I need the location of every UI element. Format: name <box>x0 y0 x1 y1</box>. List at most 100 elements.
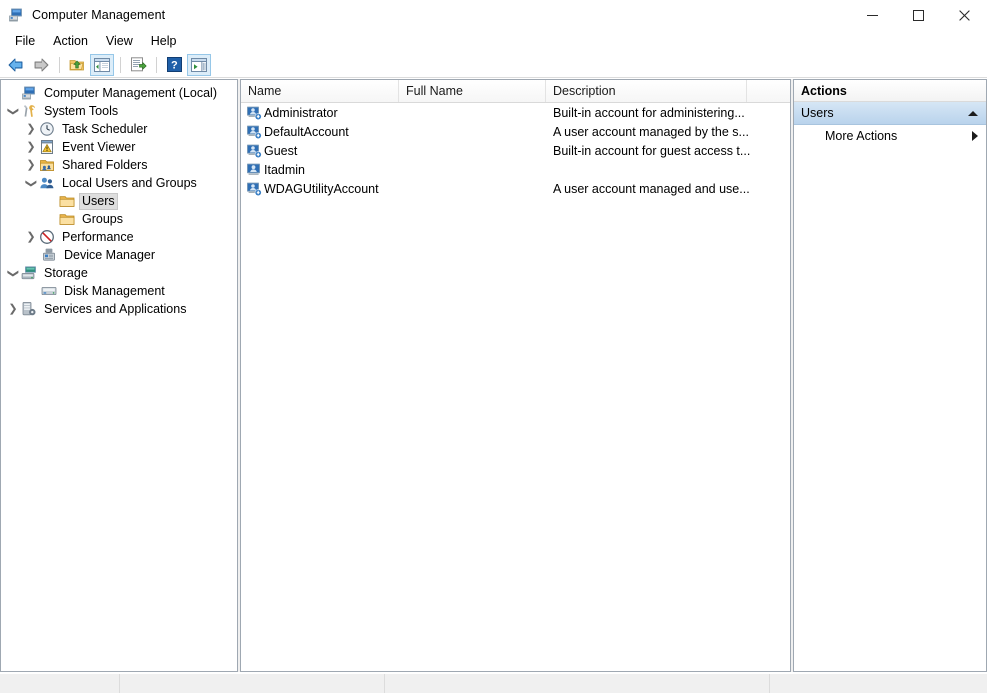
up-one-level-icon[interactable] <box>65 54 89 76</box>
caret-right-icon[interactable] <box>972 131 978 141</box>
cell-description: Built-in account for administering... <box>546 103 751 122</box>
tree-item-users[interactable]: Users <box>1 192 237 210</box>
tree-item-task-scheduler[interactable]: ❯ Task Scheduler <box>1 120 237 138</box>
computer-icon <box>21 85 37 101</box>
chevron-right-icon[interactable]: ❯ <box>23 139 39 155</box>
menu-view[interactable]: View <box>97 31 142 51</box>
list-column-headers: Name Full Name Description <box>241 80 790 103</box>
cell-name: Guest <box>241 141 399 160</box>
tree-item-disk-management[interactable]: Disk Management <box>1 282 237 300</box>
tree-item-label: Performance <box>59 229 137 246</box>
toolbar: ? <box>0 52 987 78</box>
tree-item-label: Device Manager <box>61 247 158 264</box>
export-list-icon[interactable] <box>126 54 150 76</box>
chevron-right-icon[interactable]: ❯ <box>23 121 39 137</box>
folder-icon <box>59 193 75 209</box>
menu-help[interactable]: Help <box>142 31 186 51</box>
tree-item-groups[interactable]: Groups <box>1 210 237 228</box>
menu-action[interactable]: Action <box>44 31 97 51</box>
cell-full-name <box>399 160 546 179</box>
column-header-description[interactable]: Description <box>546 80 747 102</box>
cell-name: Itadmin <box>241 160 399 179</box>
tree-item-label: Services and Applications <box>41 301 189 318</box>
system-tools-icon <box>21 103 37 119</box>
chevron-right-icon[interactable]: ❯ <box>23 157 39 173</box>
storage-icon <box>21 265 37 281</box>
event-viewer-icon <box>39 139 55 155</box>
console-tree-pane: Computer Management (Local) ❯ System Too… <box>0 79 238 672</box>
caret-up-icon[interactable] <box>968 111 978 116</box>
user-disabled-icon <box>246 105 262 121</box>
chevron-down-icon[interactable]: ❯ <box>5 265 21 281</box>
cell-name-text: Itadmin <box>264 163 305 177</box>
tree-item-label: Event Viewer <box>59 139 138 156</box>
table-row[interactable]: Itadmin <box>241 160 790 179</box>
menu-bar: File Action View Help <box>0 30 987 52</box>
list-rows: Administrator Built-in account for admin… <box>241 103 790 198</box>
forward-icon[interactable] <box>29 54 53 76</box>
tree-item-device-manager[interactable]: Device Manager <box>1 246 237 264</box>
table-row[interactable]: Guest Built-in account for guest access … <box>241 141 790 160</box>
toolbar-separator <box>156 57 157 73</box>
cell-full-name <box>399 122 546 141</box>
tree-expander-placeholder <box>5 85 21 101</box>
tree-item-system-tools[interactable]: ❯ System Tools <box>1 102 237 120</box>
tree-item-label: Computer Management (Local) <box>41 85 220 102</box>
show-hide-action-pane-icon[interactable] <box>187 54 211 76</box>
cell-description: Built-in account for guest access t... <box>546 141 751 160</box>
tree-item-computer-management-local[interactable]: Computer Management (Local) <box>1 84 237 102</box>
help-icon[interactable]: ? <box>162 54 186 76</box>
disk-management-icon <box>41 283 57 299</box>
tree-item-label: Users <box>79 193 118 210</box>
cell-name: DefaultAccount <box>241 122 399 141</box>
close-button[interactable] <box>941 0 987 30</box>
user-disabled-icon <box>246 124 262 140</box>
performance-icon <box>39 229 55 245</box>
tree-item-label: Task Scheduler <box>59 121 150 138</box>
console-tree: Computer Management (Local) ❯ System Too… <box>1 80 237 318</box>
folder-icon <box>59 211 75 227</box>
back-icon[interactable] <box>4 54 28 76</box>
cell-description <box>546 160 751 179</box>
table-row[interactable]: DefaultAccount A user account managed by… <box>241 122 790 141</box>
minimize-button[interactable] <box>849 0 895 30</box>
tree-item-label: Storage <box>41 265 91 282</box>
tree-item-label: Local Users and Groups <box>59 175 200 192</box>
status-segment-1 <box>0 674 120 693</box>
local-users-and-groups-icon <box>39 175 55 191</box>
cell-name-text: DefaultAccount <box>264 125 349 139</box>
chevron-down-icon[interactable]: ❯ <box>5 103 21 119</box>
svg-text:?: ? <box>171 60 178 72</box>
cell-name: Administrator <box>241 103 399 122</box>
tree-item-storage[interactable]: ❯ Storage <box>1 264 237 282</box>
chevron-right-icon[interactable]: ❯ <box>23 229 39 245</box>
tree-item-local-users-and-groups[interactable]: ❯ Local Users and Groups <box>1 174 237 192</box>
tree-item-label: Groups <box>79 211 126 228</box>
tree-item-shared-folders[interactable]: ❯ Shared Folders <box>1 156 237 174</box>
chevron-right-icon[interactable]: ❯ <box>5 301 21 317</box>
maximize-button[interactable] <box>895 0 941 30</box>
table-row[interactable]: Administrator Built-in account for admin… <box>241 103 790 122</box>
table-row[interactable]: WDAGUtilityAccount A user account manage… <box>241 179 790 198</box>
cell-full-name <box>399 141 546 160</box>
tree-item-services-and-applications[interactable]: ❯ Services and Applications <box>1 300 237 318</box>
actions-pane-title: Actions <box>794 80 986 102</box>
shared-folders-icon <box>39 157 55 173</box>
show-hide-console-tree-icon[interactable] <box>90 54 114 76</box>
chevron-down-icon[interactable]: ❯ <box>23 175 39 191</box>
cell-full-name <box>399 179 546 198</box>
tree-item-performance[interactable]: ❯ Performance <box>1 228 237 246</box>
cell-name: WDAGUtilityAccount <box>241 179 399 198</box>
action-more-actions[interactable]: More Actions <box>794 125 986 147</box>
tree-item-event-viewer[interactable]: ❯ Event Viewer <box>1 138 237 156</box>
status-segment-4 <box>770 674 910 693</box>
cell-full-name <box>399 103 546 122</box>
toolbar-separator <box>59 57 60 73</box>
user-icon <box>246 162 262 178</box>
actions-group-users[interactable]: Users <box>794 102 986 125</box>
tree-item-label: Disk Management <box>61 283 168 300</box>
column-header-full-name[interactable]: Full Name <box>399 80 546 102</box>
menu-file[interactable]: File <box>6 31 44 51</box>
column-header-name[interactable]: Name <box>241 80 399 102</box>
status-segment-3 <box>385 674 770 693</box>
